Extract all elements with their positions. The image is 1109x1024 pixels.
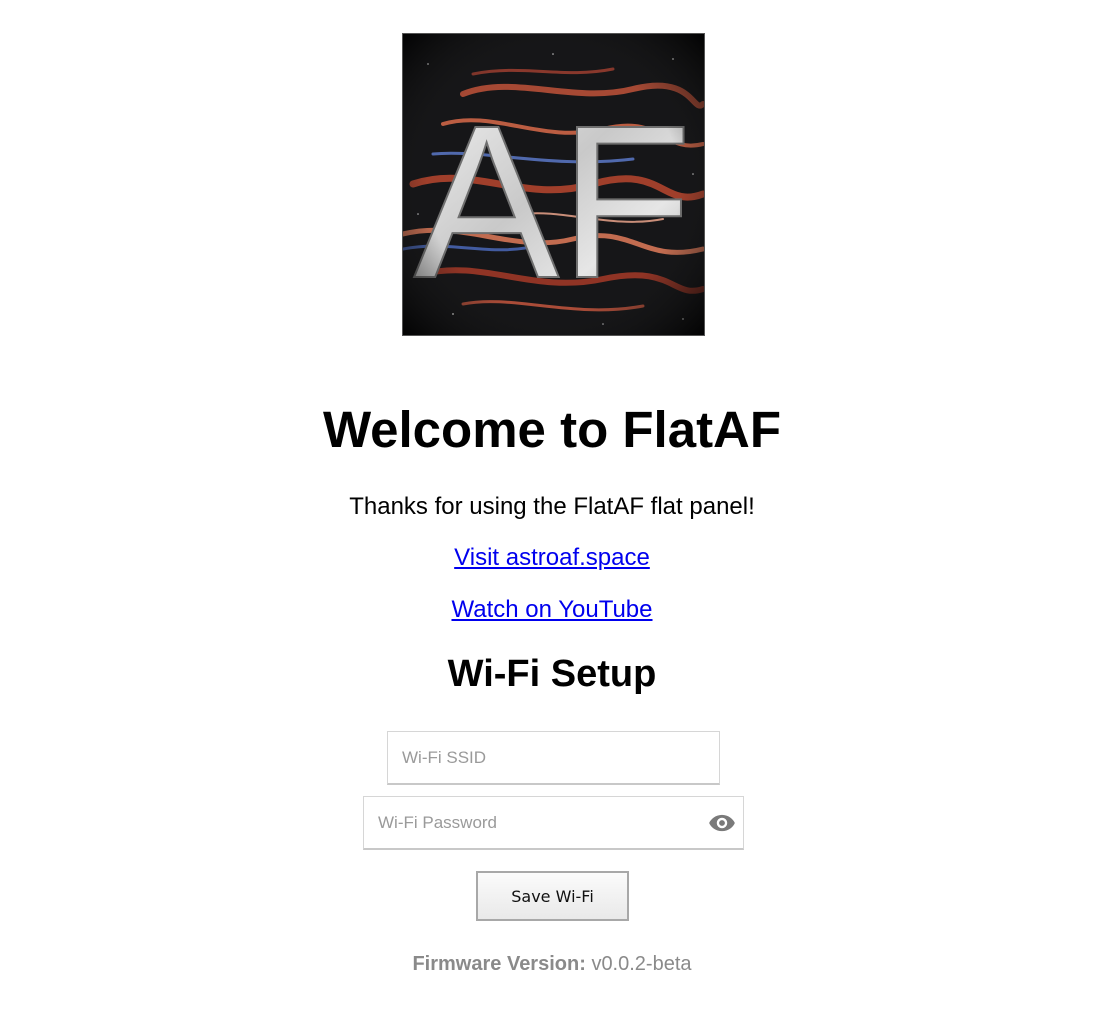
youtube-link[interactable]: Watch on YouTube [451,596,652,623]
youtube-link-row: Watch on YouTube [0,595,1104,625]
save-wifi-button[interactable]: Save Wi-Fi [476,871,629,921]
wifi-setup-heading: Wi-Fi Setup [447,653,657,695]
wifi-password-field [363,796,744,850]
flataf-logo: AF [402,33,705,336]
wifi-ssid-input[interactable] [387,731,720,785]
page-title: Welcome to FlatAF [322,401,782,458]
firmware-value: v0.0.2-beta [591,953,692,975]
logo-image: AF [403,34,704,335]
astroaf-site-link[interactable]: Visit astroaf.space [454,544,650,571]
wifi-password-input[interactable] [363,796,744,850]
page: AF Welcome to FlatAF Thanks for using th… [0,0,1109,1024]
site-link-row: Visit astroaf.space [0,543,1104,573]
firmware-version: Firmware Version: v0.0.2-beta [0,951,1104,977]
firmware-label: Firmware Version: [412,953,586,975]
subtitle-text: Thanks for using the FlatAF flat panel! [349,493,755,520]
eye-icon[interactable] [708,809,736,837]
